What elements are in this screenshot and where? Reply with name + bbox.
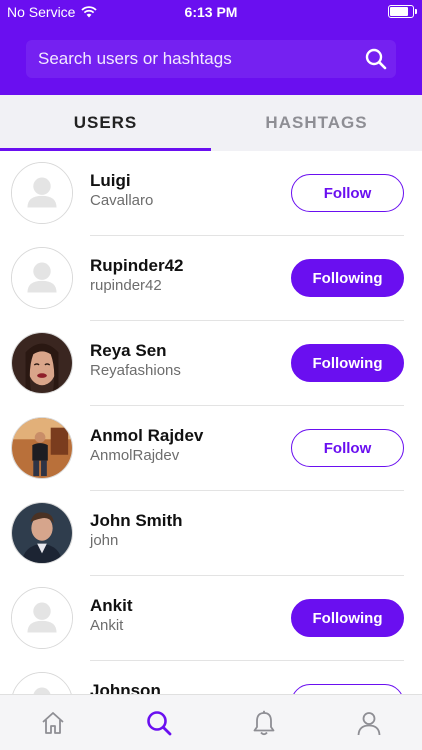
follow-button[interactable] bbox=[291, 684, 404, 694]
user-name: Ankit bbox=[90, 596, 133, 615]
woman-portrait-icon bbox=[12, 333, 72, 393]
bottom-nav bbox=[0, 694, 422, 750]
search-bar bbox=[26, 40, 396, 78]
status-time: 6:13 PM bbox=[184, 4, 238, 20]
following-button[interactable]: Following bbox=[291, 599, 404, 637]
avatar-photo bbox=[11, 417, 73, 479]
user-handle: AnmolRajdev bbox=[90, 447, 180, 464]
tab-users[interactable]: USERS bbox=[0, 95, 211, 151]
status-bar: No Service 6:13 PM bbox=[0, 0, 422, 24]
avatar-placeholder bbox=[11, 672, 73, 694]
search-icon[interactable] bbox=[364, 47, 388, 71]
tab-bar: USERS HASHTAGS bbox=[0, 95, 422, 151]
nav-search[interactable] bbox=[145, 709, 173, 737]
user-name: Luigi bbox=[90, 171, 131, 190]
profile-icon bbox=[357, 712, 381, 736]
user-row-johnson[interactable]: Johnson bbox=[0, 661, 422, 694]
follow-button[interactable]: Follow bbox=[291, 174, 404, 212]
user-row-ankit[interactable]: Ankit Ankit Following bbox=[0, 576, 422, 661]
avatar-placeholder bbox=[11, 247, 73, 309]
person-placeholder-icon bbox=[12, 163, 72, 223]
avatar-placeholder bbox=[11, 162, 73, 224]
user-handle: Cavallaro bbox=[90, 192, 154, 209]
user-handle: Reyafashions bbox=[90, 362, 181, 379]
user-name: Johnson bbox=[90, 681, 161, 694]
avatar-placeholder bbox=[11, 587, 73, 649]
nav-profile[interactable] bbox=[355, 709, 383, 737]
user-row-rupinder42[interactable]: Rupinder42 rupinder42 Following bbox=[0, 236, 422, 321]
person-placeholder-icon bbox=[12, 673, 72, 694]
user-handle: john bbox=[90, 532, 119, 549]
following-button[interactable]: Following bbox=[291, 344, 404, 382]
person-placeholder-icon bbox=[12, 588, 72, 648]
user-row-luigi[interactable]: Luigi Cavallaro Follow bbox=[0, 151, 422, 236]
nav-notifications[interactable] bbox=[250, 709, 278, 737]
avatar-photo bbox=[11, 332, 73, 394]
nav-home[interactable] bbox=[39, 709, 67, 737]
home-icon bbox=[42, 712, 64, 734]
man-portrait-icon bbox=[12, 503, 72, 563]
user-name: John Smith bbox=[90, 511, 183, 530]
user-row-john-smith[interactable]: John Smith john bbox=[0, 491, 422, 576]
user-row-reya-sen[interactable]: Reya Sen Reyafashions Following bbox=[0, 321, 422, 406]
tab-hashtags[interactable]: HASHTAGS bbox=[211, 95, 422, 151]
person-placeholder-icon bbox=[12, 248, 72, 308]
battery-level bbox=[390, 7, 408, 16]
follow-button[interactable]: Follow bbox=[291, 429, 404, 467]
app-screen: No Service 6:13 PM USERS HASHTAGS bbox=[0, 0, 422, 750]
user-handle: Ankit bbox=[90, 617, 124, 634]
user-name: Anmol Rajdev bbox=[90, 426, 204, 445]
user-row-anmol-rajdev[interactable]: Anmol Rajdev AnmolRajdev Follow bbox=[0, 406, 422, 491]
user-list[interactable]: Luigi Cavallaro Follow Rupinder42 rupind… bbox=[0, 151, 422, 694]
avatar-photo bbox=[11, 502, 73, 564]
search-input[interactable] bbox=[38, 40, 338, 78]
user-handle: rupinder42 bbox=[90, 277, 162, 294]
following-button[interactable]: Following bbox=[291, 259, 404, 297]
battery-icon bbox=[388, 5, 417, 18]
search-icon bbox=[147, 711, 172, 736]
man-standing-icon bbox=[12, 418, 72, 478]
user-name: Rupinder42 bbox=[90, 256, 184, 275]
header: No Service 6:13 PM bbox=[0, 0, 422, 95]
user-name: Reya Sen bbox=[90, 341, 167, 360]
bell-icon bbox=[253, 710, 275, 736]
